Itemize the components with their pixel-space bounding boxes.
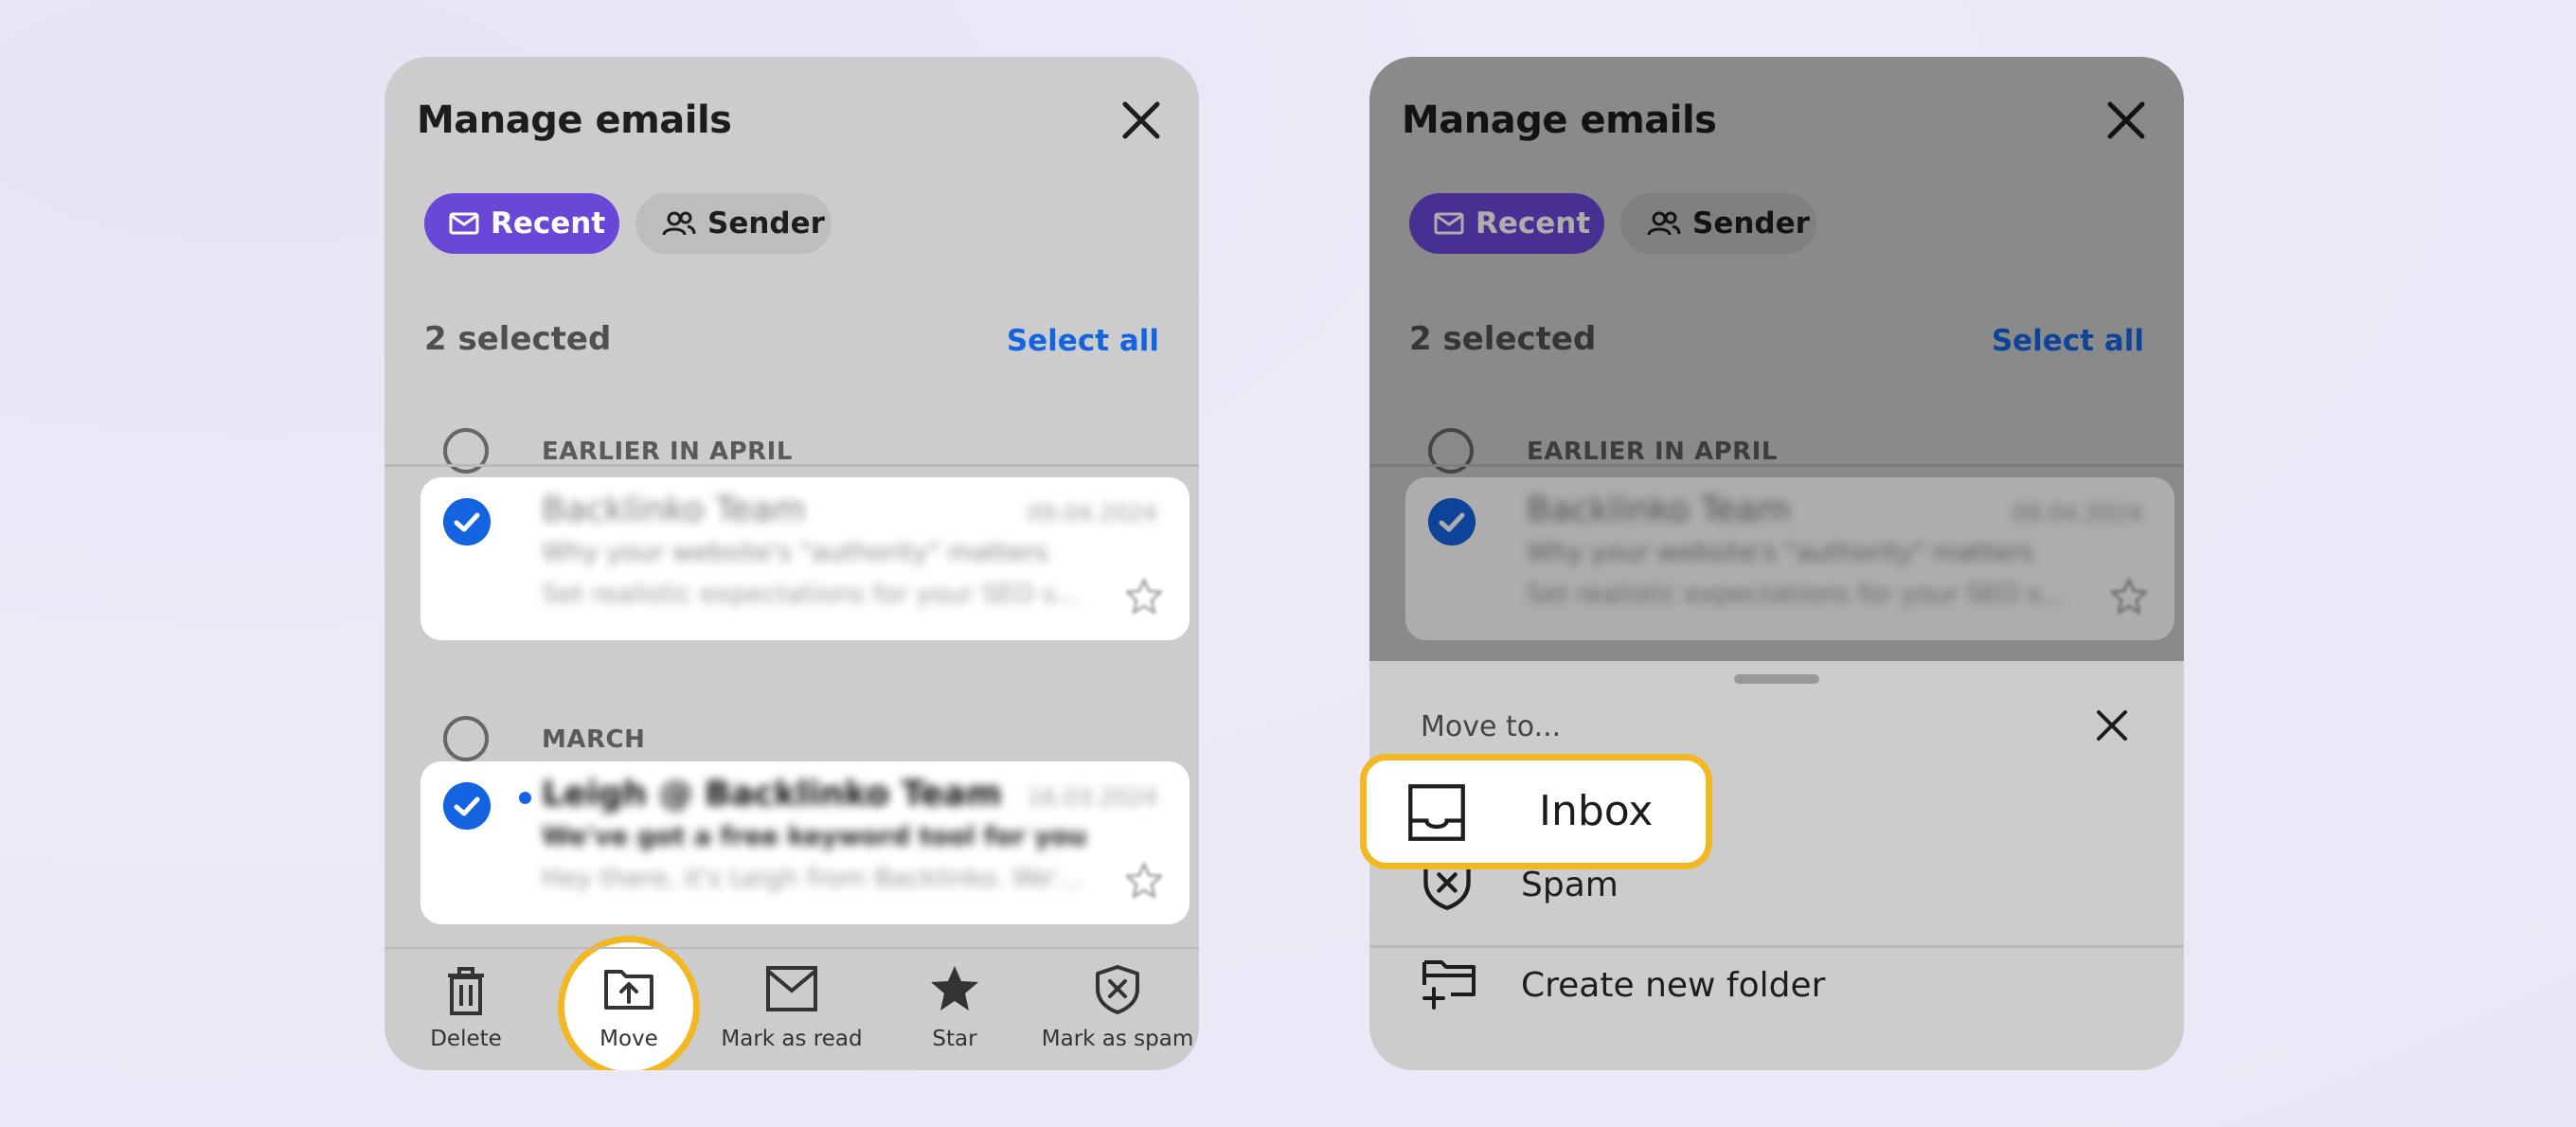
tab-recent[interactable]: Recent — [424, 193, 619, 254]
spam-shield-icon — [1096, 965, 1139, 1014]
inbox-tray-icon — [1408, 784, 1465, 841]
group-select-radio[interactable] — [443, 716, 489, 761]
folder-move-icon — [604, 970, 653, 1010]
email-subject: Why your website's "authority" matters — [542, 538, 1048, 567]
close-icon[interactable] — [1119, 98, 1163, 142]
checkmark-icon[interactable] — [443, 498, 491, 546]
mark-as-read-label: Mark as read — [721, 1027, 863, 1051]
people-icon — [662, 211, 696, 236]
star-outline-icon[interactable] — [1123, 860, 1165, 902]
envelope-icon — [766, 966, 817, 1011]
move-label: Move — [599, 1027, 658, 1051]
action-toolbar: Delete Move Mark as read Star Mark as sp… — [385, 947, 1199, 1070]
group-label: EARLIER IN APRIL — [542, 438, 793, 466]
modal-overlay[interactable] — [1369, 57, 2184, 661]
new-folder-icon — [1422, 960, 1476, 1010]
tab-recent-label: Recent — [491, 206, 606, 241]
delete-button[interactable]: Delete — [385, 949, 547, 1070]
mark-as-spam-button[interactable]: Mark as spam — [1036, 949, 1199, 1070]
email-sender: Leigh @ Backlinko Team — [542, 775, 1002, 814]
email-date: 16.03.2024 — [1027, 784, 1157, 811]
star-icon — [931, 966, 978, 1011]
email-preview: Hey there, it's Leigh from Backlinko. We… — [542, 864, 1083, 893]
email-preview: Set realistic expectations for your SEO … — [542, 580, 1081, 609]
email-date: 09.04.2024 — [1027, 500, 1157, 527]
unread-dot-icon — [519, 792, 531, 804]
mark-as-spam-label: Mark as spam — [1041, 1027, 1194, 1051]
selected-count: 2 selected — [424, 320, 612, 358]
email-sender: Backlinko Team — [542, 491, 806, 529]
divider — [385, 464, 1199, 467]
select-all-link[interactable]: Select all — [1007, 324, 1159, 358]
star-outline-icon[interactable] — [1123, 576, 1165, 617]
star-label: Star — [932, 1027, 977, 1051]
manage-emails-panel-left: Manage emails Recent Sender 2 selected S… — [385, 57, 1199, 1070]
tab-sender-label: Sender — [707, 206, 825, 241]
move-button[interactable]: Move — [547, 949, 710, 1070]
star-button[interactable]: Star — [873, 949, 1036, 1070]
option-create-new-folder-label: Create new folder — [1521, 966, 1826, 1005]
sheet-drag-handle[interactable] — [1734, 674, 1819, 684]
option-spam-label: Spam — [1521, 866, 1619, 904]
manage-emails-panel-right: Manage emails Recent Sender 2 selected S… — [1369, 57, 2184, 1070]
email-card[interactable]: Backlinko Team 09.04.2024 Why your websi… — [420, 477, 1190, 640]
option-create-new-folder[interactable]: Create new folder — [1369, 939, 2184, 1034]
checkmark-icon[interactable] — [443, 782, 491, 830]
panel-title: Manage emails — [417, 98, 732, 142]
tab-sender[interactable]: Sender — [635, 193, 832, 254]
envelope-icon — [449, 212, 479, 235]
close-icon[interactable] — [2095, 708, 2129, 742]
email-card[interactable]: Leigh @ Backlinko Team 16.03.2024 We've … — [420, 761, 1190, 924]
move-to-title: Move to... — [1421, 710, 1562, 743]
inbox-highlight-label: Inbox — [1539, 787, 1654, 835]
mark-as-read-button[interactable]: Mark as read — [710, 949, 873, 1070]
trash-icon — [448, 967, 484, 1015]
group-row-earlier-april[interactable]: EARLIER IN APRIL — [385, 417, 1199, 483]
inbox-highlight-callout[interactable]: Inbox — [1360, 754, 1712, 869]
email-subject: We've got a free keyword tool for you — [542, 822, 1087, 851]
delete-label: Delete — [430, 1027, 502, 1051]
group-label: MARCH — [542, 725, 646, 754]
